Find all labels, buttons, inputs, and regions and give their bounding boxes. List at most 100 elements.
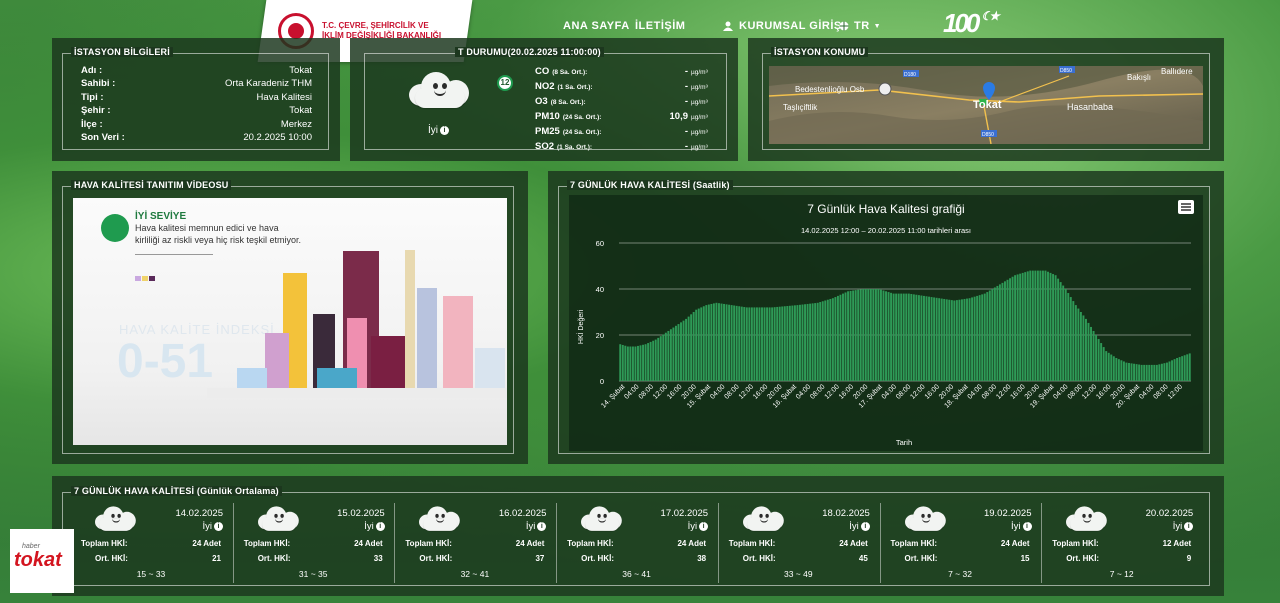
chart-bar[interactable]	[953, 300, 956, 382]
chart-bar[interactable]	[1026, 271, 1029, 381]
chart-bar[interactable]	[1009, 278, 1012, 381]
chart-bar[interactable]	[902, 293, 905, 381]
chart-bar[interactable]	[662, 334, 665, 381]
chart-bar[interactable]	[735, 305, 738, 381]
chart-bar[interactable]	[1107, 352, 1110, 381]
chart-bar[interactable]	[1014, 275, 1017, 381]
chart-bar[interactable]	[1176, 358, 1179, 381]
chart-bar[interactable]	[786, 306, 789, 381]
chart-bar[interactable]	[725, 304, 728, 381]
chart-bar[interactable]	[973, 296, 976, 381]
chart-bar[interactable]	[933, 297, 936, 381]
chart-bar[interactable]	[773, 307, 776, 381]
chart-bar[interactable]	[1039, 270, 1042, 381]
chart-bar[interactable]	[1128, 362, 1130, 381]
chart-bar[interactable]	[733, 305, 736, 381]
chart-bar[interactable]	[966, 298, 968, 381]
chart-bar[interactable]	[793, 305, 796, 381]
chart-bar[interactable]	[692, 312, 695, 381]
chart-bar[interactable]	[657, 337, 660, 381]
chart-bar[interactable]	[910, 293, 913, 381]
chart-bar[interactable]	[806, 303, 809, 381]
chart-bar[interactable]	[642, 344, 645, 381]
language-select[interactable]: TR ▼	[839, 20, 881, 32]
chart-bar[interactable]	[791, 305, 794, 381]
chart-bar[interactable]	[1082, 315, 1085, 381]
info-icon[interactable]: i	[440, 126, 449, 135]
chart-bar[interactable]	[758, 307, 761, 381]
chart-bar[interactable]	[1041, 270, 1044, 381]
chart-bar[interactable]	[1024, 272, 1027, 381]
chart-bar[interactable]	[629, 346, 632, 382]
chart-bar[interactable]	[710, 303, 713, 381]
chart-bar[interactable]	[1112, 356, 1115, 381]
chart-bar[interactable]	[983, 293, 986, 381]
chart-bar[interactable]	[826, 299, 829, 381]
nav-login-link[interactable]: KURUMSAL GİRİŞ	[723, 20, 842, 32]
chart-bar[interactable]	[900, 293, 903, 381]
chart-bar[interactable]	[740, 306, 743, 381]
chart-bar[interactable]	[771, 307, 774, 381]
chart-bar[interactable]	[1188, 353, 1191, 381]
chart-bar[interactable]	[637, 345, 639, 381]
chart-bar[interactable]	[705, 305, 708, 381]
chart-bar[interactable]	[1021, 272, 1024, 381]
chart-bar[interactable]	[1069, 297, 1072, 381]
chart-bar[interactable]	[1052, 274, 1055, 381]
chart-bar[interactable]	[1029, 270, 1032, 381]
chart-bar[interactable]	[788, 305, 791, 381]
chart-bar[interactable]	[1155, 364, 1158, 381]
chart-bar[interactable]	[690, 314, 693, 381]
chart-bar[interactable]	[1145, 364, 1148, 381]
chart-bar[interactable]	[849, 290, 852, 381]
chart-bar[interactable]	[940, 298, 943, 381]
chart-bar[interactable]	[1100, 343, 1103, 381]
chart-bar[interactable]	[687, 316, 690, 381]
chart-bar[interactable]	[1034, 270, 1037, 381]
chart-bar[interactable]	[930, 297, 933, 381]
chart-bar[interactable]	[895, 293, 898, 381]
chart-bar[interactable]	[801, 304, 804, 381]
chart-bar[interactable]	[1120, 360, 1123, 381]
chart-bar[interactable]	[674, 325, 677, 381]
chart-bar[interactable]	[766, 307, 769, 381]
chart-bar[interactable]	[991, 289, 994, 381]
chart-bar[interactable]	[971, 297, 974, 381]
chart-bar[interactable]	[907, 293, 910, 381]
chart-bar[interactable]	[634, 346, 637, 382]
chart-bar[interactable]	[960, 299, 963, 381]
chart-bar[interactable]	[887, 292, 890, 381]
chart-bar[interactable]	[1173, 359, 1176, 381]
chart-bar[interactable]	[829, 298, 832, 381]
chart-bar[interactable]	[839, 294, 842, 381]
chart-bar[interactable]	[718, 303, 720, 381]
chart-bar[interactable]	[988, 290, 991, 381]
chart-bar[interactable]	[1092, 330, 1095, 381]
chart-bar[interactable]	[1019, 273, 1022, 381]
chart-bar[interactable]	[1160, 363, 1163, 381]
chart-bar[interactable]	[776, 306, 779, 381]
chart-bar[interactable]	[958, 299, 961, 381]
chart-bar[interactable]	[869, 289, 872, 381]
chart-bar[interactable]	[928, 296, 931, 381]
chart-bar[interactable]	[738, 306, 741, 381]
chart-bar[interactable]	[857, 289, 860, 381]
chart-bar[interactable]	[1084, 318, 1087, 381]
chart-bar[interactable]	[824, 300, 827, 382]
chart-bar[interactable]	[892, 293, 895, 381]
chart-bar[interactable]	[905, 293, 908, 381]
chart-bar[interactable]	[920, 295, 923, 381]
chart-bar[interactable]	[867, 289, 870, 381]
chart-bar[interactable]	[745, 307, 748, 381]
chart-bar[interactable]	[917, 295, 920, 381]
chart-bar[interactable]	[728, 304, 731, 381]
chart-bar[interactable]	[1097, 339, 1100, 381]
chart-bar[interactable]	[649, 341, 652, 381]
chart-bar[interactable]	[945, 299, 948, 381]
chart-bar[interactable]	[1143, 364, 1146, 381]
chart-bar[interactable]	[814, 303, 817, 381]
chart-bar[interactable]	[715, 302, 718, 381]
chart-bar[interactable]	[743, 307, 746, 381]
chart-bar[interactable]	[626, 346, 629, 382]
info-icon[interactable]: i	[699, 522, 709, 531]
